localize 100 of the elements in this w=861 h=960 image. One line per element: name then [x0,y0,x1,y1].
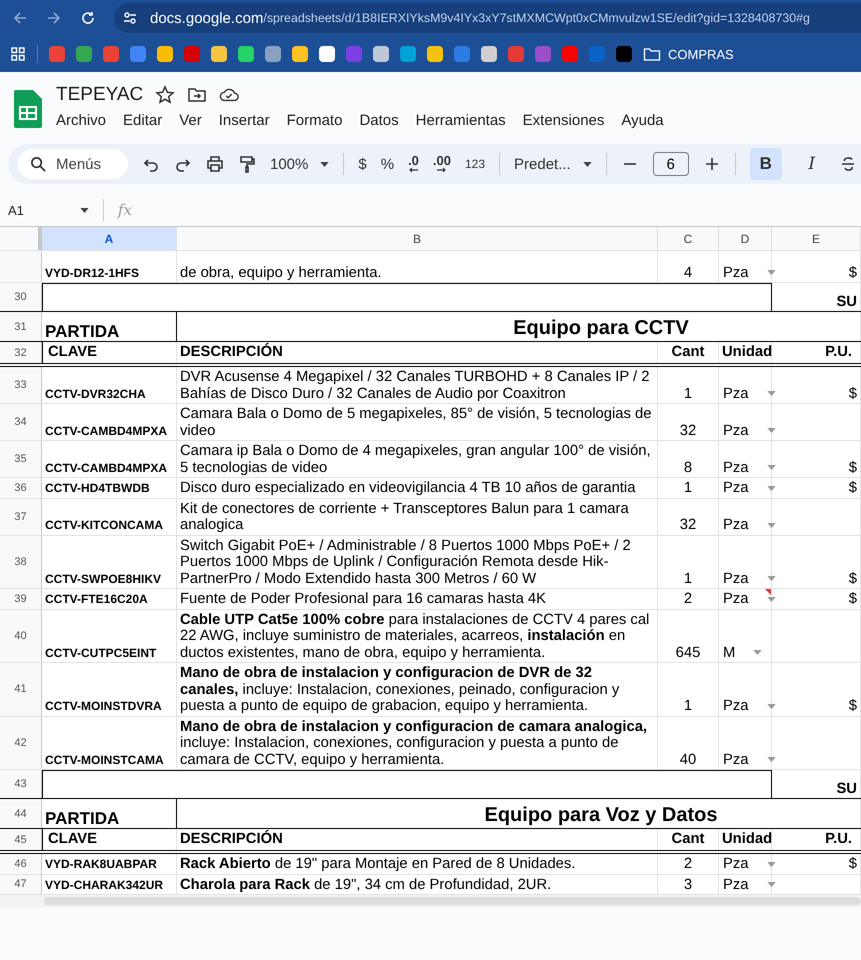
row-number[interactable]: 47 [0,874,42,894]
bookmark-folder[interactable]: COMPRAS [668,46,734,62]
unit-dropdown[interactable]: Pza [722,480,776,496]
menu-item[interactable]: Formato [286,112,342,129]
section-title: Equipo para CCTV [513,316,689,340]
unit-dropdown[interactable]: Pza [722,386,776,402]
column-header[interactable]: D [719,227,772,250]
paint-format-icon[interactable] [238,155,256,173]
menu-search-field[interactable]: Menús [18,149,128,179]
font-dropdown[interactable]: Predet... [514,156,592,172]
column-header[interactable]: A [42,227,177,250]
menu-item[interactable]: Insertar [218,112,270,129]
table-cell: $ [848,856,857,872]
spreadsheet-logo-icon[interactable] [14,90,42,128]
row-number[interactable]: 35 [0,441,42,477]
bookmark-icon[interactable] [319,46,335,62]
menu-item[interactable]: Archivo [56,112,106,129]
bookmark-icon[interactable] [211,46,227,62]
menu-item[interactable]: Herramientas [416,112,506,129]
column-header[interactable]: B [177,227,658,250]
table-cell: 4 [684,264,692,281]
row-number[interactable]: 46 [0,854,42,874]
bookmark-icon[interactable] [373,46,389,62]
row-number[interactable]: 43 [0,770,42,798]
unit-dropdown[interactable]: Pza [722,264,776,281]
menu-item[interactable]: Ayuda [621,112,664,129]
unit-dropdown[interactable]: Pza [722,876,776,893]
column-header[interactable]: C [658,227,719,250]
unit-dropdown[interactable]: M [722,644,762,661]
row-number[interactable]: 34 [0,404,42,440]
row-number[interactable]: 38 [0,536,42,588]
column-label: Cant [672,344,704,360]
row-number[interactable]: 32 [0,342,42,363]
bookmark-icon[interactable] [481,46,497,62]
row-number[interactable]: 42 [0,716,42,769]
menu-item[interactable]: Editar [123,112,162,129]
comment-indicator[interactable] [765,589,771,595]
section-title: Equipo para Voz y Datos [484,803,718,827]
row-number[interactable]: 45 [0,829,42,850]
row-number[interactable]: 37 [0,498,42,534]
unit-dropdown[interactable]: Pza [722,460,776,476]
table-cell: VYD-CHARAK342UR [45,876,164,893]
row-number[interactable]: 31 [0,312,42,341]
star-icon[interactable] [155,85,176,105]
unit-dropdown[interactable]: Pza [722,570,776,587]
caret-icon [766,882,776,888]
unit-dropdown[interactable]: Pza [722,591,776,608]
bookmark-icon[interactable] [292,46,308,62]
unit-dropdown[interactable]: Pza [722,517,776,534]
row-number[interactable]: 40 [0,610,42,662]
zoom-dropdown[interactable]: 100% [270,156,330,172]
bookmark-icon[interactable] [427,46,443,62]
unit-dropdown[interactable]: Pza [722,422,776,439]
row-number[interactable]: 30 [0,283,42,311]
caret-icon [753,650,762,656]
table-cell: CCTV-HD4TBWDB [45,480,150,496]
increase-decimals-button[interactable]: .00 [432,155,451,173]
back-icon[interactable] [12,10,28,26]
unit-dropdown[interactable]: Pza [722,698,776,714]
column-label: CLAVE [48,830,98,848]
table-cell: CCTV-MOINSTDVRA [45,698,162,714]
column-label: Unidad [722,344,772,360]
menu-item[interactable]: Extensiones [522,112,604,129]
row-number[interactable]: 36 [0,478,42,498]
unit-dropdown[interactable]: Pza [722,856,776,872]
forward-icon[interactable] [46,10,62,26]
folder-icon[interactable] [643,46,661,62]
document-title[interactable]: TEPEYAC [56,84,144,106]
bookmark-icon[interactable] [238,46,254,62]
number-format-button[interactable]: 123 [464,157,486,171]
decrease-decimals-button[interactable]: .0 [408,155,419,173]
bold-button[interactable]: B [750,148,782,180]
caret-icon [766,576,776,582]
italic-button[interactable]: I [796,148,828,180]
table-cell: $ [848,698,857,714]
row-number[interactable]: 41 [0,663,42,716]
font-size-field[interactable]: 6 [652,152,689,176]
table-cell: 2 [684,856,692,872]
address-bar[interactable]: docs.google.com/spreadsheets/d/1B8IERXIYksM9v4IYx3xY7stMXMCWpt0xCMmvulzw1SE/edit?gid=1328408730#g [114,3,861,33]
reload-icon[interactable] [80,10,96,26]
caret-icon [766,757,776,762]
bookmark-icon[interactable] [157,46,173,62]
site-settings-icon[interactable] [122,10,138,26]
table-cell: $ [848,460,857,476]
row-number[interactable]: 39 [0,589,42,608]
percent-format-button[interactable]: % [380,156,394,172]
row-number[interactable]: 44 [0,799,42,828]
row-number[interactable]: 33 [0,367,42,403]
menu-item[interactable]: Ver [179,112,202,129]
menu-item[interactable]: Datos [359,112,399,129]
unit-dropdown[interactable]: Pza [722,752,776,768]
currency-format-button[interactable]: $ [358,156,367,172]
table-cell-text: Switch Gigabit PoE+ / Administrable / 8 Puertos 1000 Mbps PoE+ / 2 Puertos 1000 Mbps de Uplink / Configuración Remota desde Hik-PartnerPro / Modo Extendido hasta 300 Metros / 60 W [180,538,632,587]
strikethrough-icon[interactable] [842,155,854,173]
apps-grid-icon[interactable] [10,46,26,62]
name-box[interactable]: A1 [8,202,89,218]
table-cell: CCTV-CUTPC5EINT [45,644,156,661]
print-icon[interactable] [206,155,224,173]
column-header[interactable]: E [772,227,861,250]
table-cell: CCTV-SWPOE8HIKV [45,570,162,587]
